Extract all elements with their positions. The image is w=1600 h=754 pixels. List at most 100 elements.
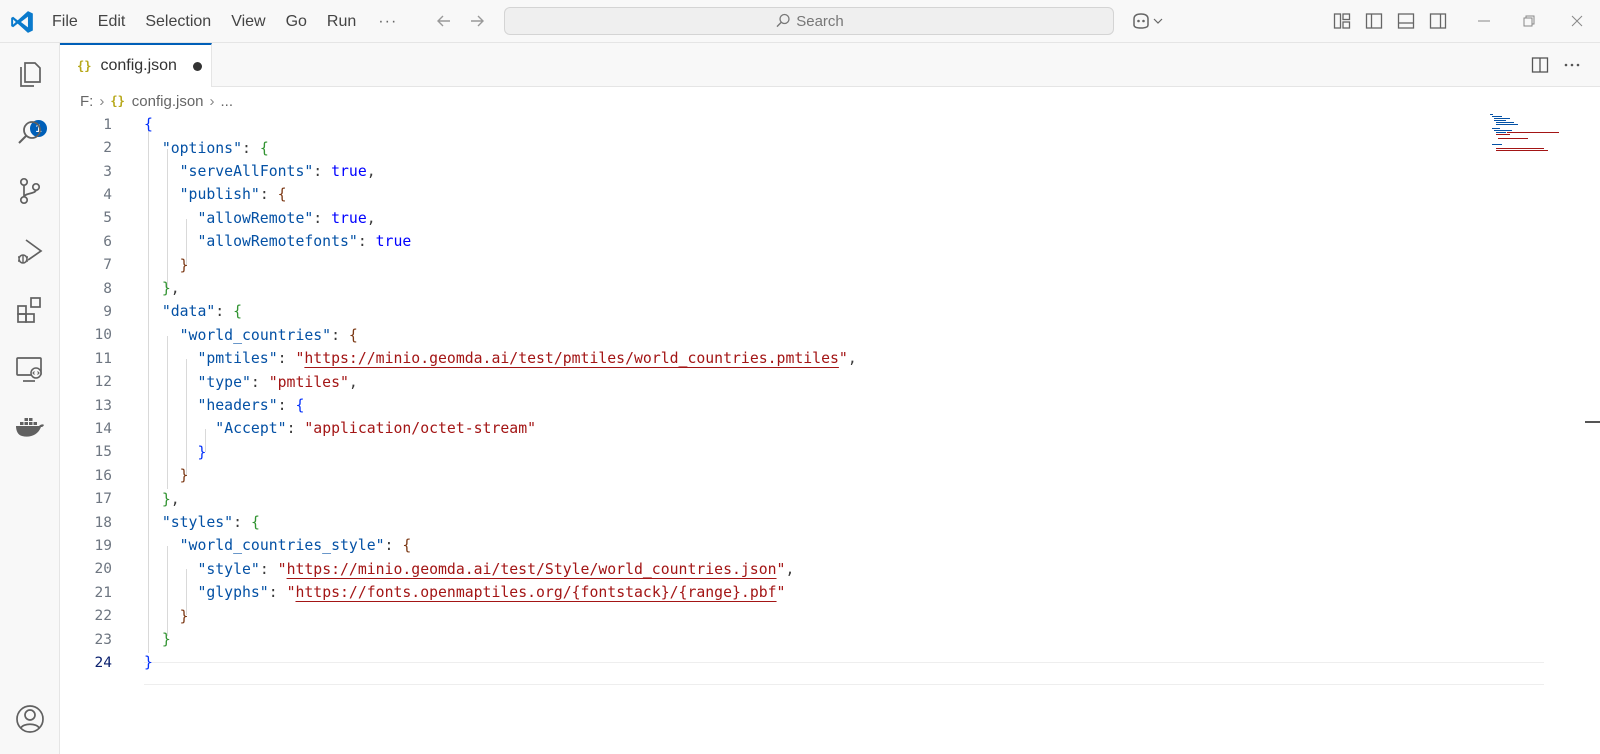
menu-view[interactable]: View <box>221 0 275 43</box>
vscode-logo-icon <box>11 11 33 33</box>
menu-more-button[interactable]: ··· <box>366 13 409 31</box>
code-line: 24 } <box>60 651 1460 675</box>
json-string: "application/octet-stream" <box>304 420 537 438</box>
line-number: 4 <box>103 186 112 203</box>
code-text: "options": { <box>161 139 269 157</box>
json-key: "styles" <box>161 514 234 532</box>
close-icon[interactable] <box>1566 10 1588 32</box>
code-text: "type": "pmtiles", <box>197 373 358 391</box>
editor-tab-bar: {} config.json <box>60 43 1600 87</box>
json-key: "options" <box>161 139 243 157</box>
line-number: 22 <box>94 608 112 625</box>
toggle-panel-icon[interactable] <box>1396 11 1416 31</box>
line-number: 17 <box>94 491 112 508</box>
json-key: "style" <box>197 560 260 578</box>
minimap[interactable] <box>1490 114 1560 154</box>
chevron-down-icon <box>1153 18 1163 24</box>
remote-explorer-icon[interactable] <box>14 353 46 385</box>
code-text: "styles": { <box>161 514 260 532</box>
code-text: } <box>144 654 153 672</box>
line-number: 5 <box>103 210 112 227</box>
code-text: "serveAllFonts": true, <box>179 163 376 181</box>
copilot-button[interactable] <box>1130 10 1164 32</box>
json-key: "data" <box>161 303 216 321</box>
code-line: 15 } <box>60 441 1460 465</box>
breadcrumb-file[interactable]: config.json <box>132 93 204 110</box>
menu-file[interactable]: File <box>42 0 88 43</box>
line-number: 20 <box>94 561 112 578</box>
accounts-icon[interactable] <box>14 703 46 735</box>
breadcrumb-drive[interactable]: F: <box>80 93 93 110</box>
menu-edit[interactable]: Edit <box>88 0 136 43</box>
json-bool: true <box>331 209 367 227</box>
back-arrow-icon[interactable] <box>433 10 455 32</box>
code-text: "Accept": "application/octet-stream" <box>215 420 537 438</box>
json-file-icon: {} <box>110 94 125 108</box>
code-line: 13 "headers": { <box>60 394 1460 418</box>
restore-icon[interactable] <box>1518 10 1540 32</box>
split-editor-icon[interactable] <box>1530 55 1550 75</box>
code-text: "world_countries": { <box>179 326 358 344</box>
code-text: "pmtiles": "https://minio.geomda.ai/test… <box>197 350 857 368</box>
code-editor[interactable]: 1 { 2 "options": { 3 "serveAllFonts": tr… <box>60 113 1600 754</box>
customize-layout-icon[interactable] <box>1332 11 1352 31</box>
json-file-icon: {} <box>77 59 92 73</box>
code-line: 22 } <box>60 604 1460 628</box>
source-control-icon[interactable] <box>14 175 46 207</box>
more-actions-icon[interactable] <box>1562 55 1582 75</box>
menu-selection[interactable]: Selection <box>135 0 221 43</box>
code-line: 18 "styles": { <box>60 511 1460 535</box>
line-number: 13 <box>94 397 112 414</box>
code-text: "style": "https://minio.geomda.ai/test/S… <box>197 560 795 578</box>
unsaved-dot-icon[interactable] <box>192 61 202 71</box>
minimize-icon[interactable] <box>1473 10 1495 32</box>
url-link[interactable]: https://minio.geomda.ai/test/Style/world… <box>287 561 777 578</box>
menu-go[interactable]: Go <box>276 0 317 43</box>
json-key: "headers" <box>197 397 278 415</box>
search-icon[interactable] <box>14 117 46 149</box>
code-text: { <box>144 116 153 134</box>
line-number: 8 <box>103 280 112 297</box>
line-number: 21 <box>94 584 112 601</box>
extensions-icon[interactable] <box>14 294 46 326</box>
code-line: 16 } <box>60 464 1460 488</box>
code-line: 10 "world_countries": { <box>60 324 1460 348</box>
menu-run[interactable]: Run <box>317 0 366 43</box>
line-number: 1 <box>103 116 112 133</box>
code-line: 14 "Accept": "application/octet-stream" <box>60 417 1460 441</box>
run-and-debug-icon[interactable] <box>14 235 46 267</box>
line-number: 24 <box>94 654 112 671</box>
command-center-search[interactable]: Search <box>504 7 1114 35</box>
chevron-right-icon: › <box>209 92 215 110</box>
line-number: 16 <box>94 467 112 484</box>
code-line: 1 { <box>60 113 1460 137</box>
line-number: 9 <box>103 303 112 320</box>
json-key: "world_countries_style" <box>179 537 385 555</box>
explorer-icon[interactable] <box>14 57 46 89</box>
json-key: "pmtiles" <box>197 350 278 368</box>
forward-arrow-icon[interactable] <box>466 10 488 32</box>
code-line: 5 "allowRemote": true, <box>60 207 1460 231</box>
url-link[interactable]: https://minio.geomda.ai/test/pmtiles/wor… <box>304 350 839 367</box>
toggle-secondary-sidebar-icon[interactable] <box>1428 11 1448 31</box>
title-bar: File Edit Selection View Go Run ··· Sear… <box>0 0 1600 43</box>
code-line: 11 "pmtiles": "https://minio.geomda.ai/t… <box>60 347 1460 371</box>
docker-icon[interactable] <box>14 411 46 443</box>
code-text: "publish": { <box>179 186 287 204</box>
activity-bar: 1 <box>0 43 60 754</box>
tab-config-json[interactable]: {} config.json <box>60 43 212 87</box>
tab-label: config.json <box>100 57 177 74</box>
code-text: }, <box>161 490 180 508</box>
code-line: 3 "serveAllFonts": true, <box>60 160 1460 184</box>
url-link[interactable]: https://fonts.openmaptiles.org/{fontstac… <box>295 584 776 601</box>
code-text: "data": { <box>161 303 243 321</box>
code-line: 17 }, <box>60 487 1460 511</box>
code-text: "headers": { <box>197 397 305 415</box>
breadcrumb-more[interactable]: ... <box>221 93 234 110</box>
code-text: "allowRemote": true, <box>197 209 376 227</box>
code-line: 12 "type": "pmtiles", <box>60 370 1460 394</box>
code-line: 8 }, <box>60 277 1460 301</box>
line-number: 18 <box>94 514 112 531</box>
line-number: 23 <box>94 631 112 648</box>
toggle-primary-sidebar-icon[interactable] <box>1364 11 1384 31</box>
